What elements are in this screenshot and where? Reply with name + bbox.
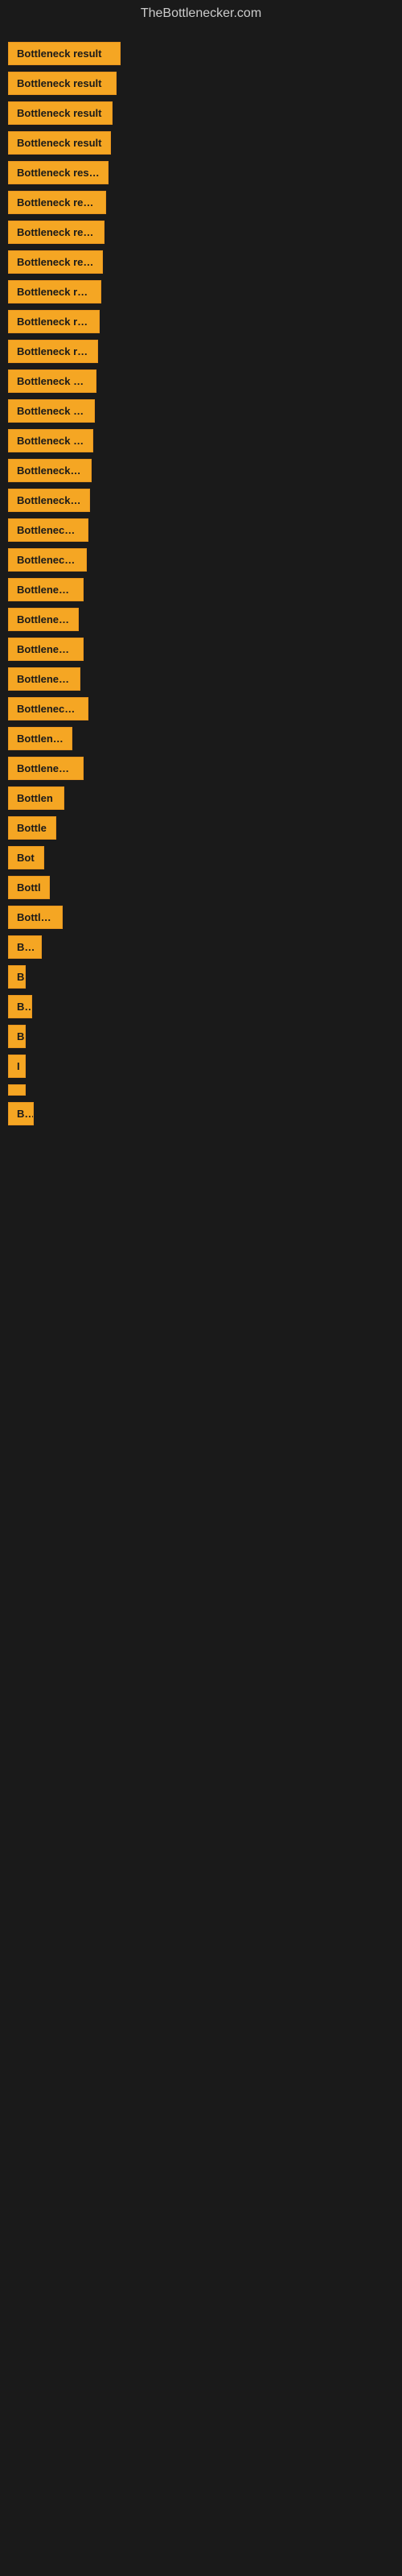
bottleneck-badge: Bottleneck result <box>8 72 117 95</box>
list-item: I <box>8 1055 394 1078</box>
bottleneck-badge: Bottleneck result <box>8 489 90 512</box>
bottleneck-badge: Bottleneck re <box>8 667 80 691</box>
list-item: Bottleneck result <box>8 250 394 274</box>
bottleneck-badge: Bottleneck result <box>8 459 92 482</box>
list-item <box>8 1084 394 1096</box>
bottleneck-badge: Bottleneck result <box>8 131 111 155</box>
bottleneck-badge: Bottleneck result <box>8 369 96 393</box>
bottleneck-badge: B <box>8 1025 26 1048</box>
bottleneck-badge: Bottleneck resu <box>8 578 84 601</box>
list-item: Bottleneck result <box>8 221 394 244</box>
list-item: Bottleneck result <box>8 131 394 155</box>
list-item: Bottleneck resu <box>8 757 394 780</box>
list-item: Bottleneck result <box>8 340 394 363</box>
list-item: Bottleneck result <box>8 72 394 95</box>
list-item: Bottlene <box>8 906 394 929</box>
bottleneck-badge: Bottlene <box>8 906 63 929</box>
bottleneck-badge: Bottleneck result <box>8 399 95 423</box>
bottleneck-badge: B <box>8 965 26 989</box>
bottleneck-badge: Bottl <box>8 876 50 899</box>
list-item: Bottlen <box>8 786 394 810</box>
bottleneck-badge: Bo <box>8 995 32 1018</box>
bottleneck-badge: Bottleneck resu <box>8 757 84 780</box>
bottleneck-badge: Bottleneck result <box>8 101 113 125</box>
bottleneck-badge: Bot <box>8 935 42 959</box>
list-item: Bot <box>8 846 394 869</box>
bottleneck-badge: Bottleneck r <box>8 608 79 631</box>
items-container: Bottleneck result Bottleneck result Bottle… <box>0 27 402 1140</box>
bottleneck-badge: I <box>8 1055 26 1078</box>
list-item: Bottleneck resu <box>8 638 394 661</box>
bottleneck-badge: Bottleneck result <box>8 697 88 720</box>
bottleneck-badge: Bottleneck result <box>8 310 100 333</box>
list-item: Bo <box>8 995 394 1018</box>
list-item: Bottle <box>8 816 394 840</box>
bottleneck-badge: Bottleneck result <box>8 548 87 572</box>
list-item: Bottleneck result <box>8 459 394 482</box>
bottleneck-badge: Bot <box>8 846 44 869</box>
bottleneck-badge: Bottleneck result <box>8 518 88 542</box>
list-item: Bot <box>8 935 394 959</box>
list-item: Bottleneck result <box>8 42 394 65</box>
list-item: Bottleneck result <box>8 429 394 452</box>
list-item: Bottleneck r <box>8 608 394 631</box>
list-item: Bottleneck result <box>8 489 394 512</box>
bottleneck-badge: Bottle <box>8 816 56 840</box>
list-item: Bottleneck result <box>8 399 394 423</box>
list-item: Bottl <box>8 876 394 899</box>
bottleneck-badge: Bottleneck result <box>8 250 103 274</box>
bottleneck-badge: Bottleneck result <box>8 221 105 244</box>
list-item: Bottleneck result <box>8 697 394 720</box>
bottleneck-badge: Bottleneck <box>8 727 72 750</box>
list-item: Bottleneck result <box>8 101 394 125</box>
list-item: Bottleneck result <box>8 191 394 214</box>
list-item: Bottleneck result <box>8 518 394 542</box>
list-item: Bottleneck result <box>8 280 394 303</box>
bottleneck-badge: Bo <box>8 1102 34 1125</box>
bottleneck-badge: Bottleneck result <box>8 280 101 303</box>
bottleneck-badge: Bottleneck result <box>8 161 109 184</box>
list-item: Bottleneck result <box>8 310 394 333</box>
bottleneck-badge: Bottlen <box>8 786 64 810</box>
list-item: B <box>8 1025 394 1048</box>
site-title: TheBottlenecker.com <box>0 0 402 27</box>
bottleneck-badge <box>8 1084 26 1096</box>
list-item: Bottleneck resu <box>8 578 394 601</box>
bottleneck-badge: Bottleneck result <box>8 429 93 452</box>
list-item: Bottleneck result <box>8 161 394 184</box>
bottleneck-badge: Bottleneck result <box>8 42 121 65</box>
bottleneck-badge: Bottleneck result <box>8 340 98 363</box>
bottleneck-badge: Bottleneck result <box>8 191 106 214</box>
list-item: Bottleneck result <box>8 369 394 393</box>
list-item: B <box>8 965 394 989</box>
list-item: Bottleneck <box>8 727 394 750</box>
list-item: Bottleneck re <box>8 667 394 691</box>
list-item: Bottleneck result <box>8 548 394 572</box>
bottleneck-badge: Bottleneck resu <box>8 638 84 661</box>
list-item: Bo <box>8 1102 394 1125</box>
